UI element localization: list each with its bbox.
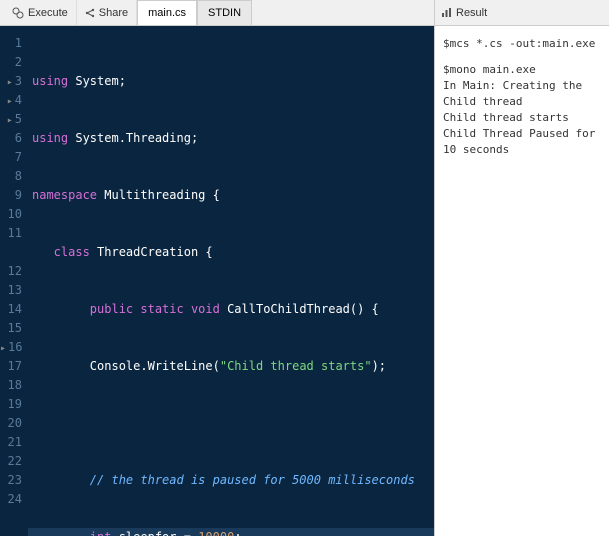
line-number: 8 (0, 167, 22, 186)
gears-icon (12, 7, 24, 19)
code-line (28, 414, 434, 433)
code-line: class ThreadCreation { (28, 243, 434, 262)
share-label: Share (99, 7, 128, 19)
tab-stdin[interactable]: STDIN (197, 0, 252, 25)
line-number: 17 (0, 357, 22, 376)
share-button[interactable]: Share (77, 0, 137, 25)
result-line: Child Thread Paused for 10 seconds (443, 126, 601, 158)
line-number: 12 (0, 262, 22, 281)
code-line: using System; (28, 72, 434, 91)
line-number: 24 (0, 490, 22, 509)
execute-button[interactable]: Execute (4, 0, 77, 25)
line-number: 16 (0, 338, 22, 357)
code-line-highlighted: int sleepfor = 10000; (28, 528, 434, 536)
code-line: public static void CallToChildThread() { (28, 300, 434, 319)
line-number: 22 (0, 452, 22, 471)
result-header: Result (435, 0, 609, 26)
line-number: 9 (0, 186, 22, 205)
line-number: 19 (0, 395, 22, 414)
line-number: 21 (0, 433, 22, 452)
share-icon (85, 8, 95, 18)
line-number: 6 (0, 129, 22, 148)
line-number: 1 (0, 34, 22, 53)
toolbar: Execute Share main.cs STDIN (0, 0, 434, 26)
code-editor[interactable]: 1 2 3 4 5 6 7 8 9 10 11 12 13 14 15 16 1… (0, 26, 434, 536)
line-number: 3 (0, 72, 22, 91)
result-command: $mono main.exe (443, 62, 601, 78)
line-number: 11 (0, 224, 22, 243)
line-number: 23 (0, 471, 22, 490)
line-number: 4 (0, 91, 22, 110)
line-number: 15 (0, 319, 22, 338)
line-number: 7 (0, 148, 22, 167)
code-area[interactable]: using System; using System.Threading; na… (28, 26, 434, 536)
bar-chart-icon (441, 7, 452, 18)
code-line: // the thread is paused for 5000 millise… (28, 471, 434, 490)
code-line: Console.WriteLine("Child thread starts")… (28, 357, 434, 376)
result-command: $mcs *.cs -out:main.exe (443, 36, 601, 52)
line-number (0, 243, 22, 262)
code-line: using System.Threading; (28, 129, 434, 148)
line-number: 2 (0, 53, 22, 72)
result-line: In Main: Creating the Child thread (443, 78, 601, 110)
execute-label: Execute (28, 7, 68, 19)
code-line: namespace Multithreading { (28, 186, 434, 205)
tab-main-cs[interactable]: main.cs (137, 0, 197, 25)
result-panel: Result $mcs *.cs -out:main.exe $mono mai… (434, 0, 609, 536)
line-gutter: 1 2 3 4 5 6 7 8 9 10 11 12 13 14 15 16 1… (0, 26, 28, 536)
line-number: 13 (0, 281, 22, 300)
line-number: 20 (0, 414, 22, 433)
line-number: 5 (0, 110, 22, 129)
result-line: Child thread starts (443, 110, 601, 126)
line-number: 10 (0, 205, 22, 224)
result-output: $mcs *.cs -out:main.exe $mono main.exe I… (435, 26, 609, 168)
line-number: 18 (0, 376, 22, 395)
line-number: 14 (0, 300, 22, 319)
result-title: Result (456, 7, 487, 19)
editor-panel: Execute Share main.cs STDIN 1 2 3 4 5 6 … (0, 0, 434, 536)
